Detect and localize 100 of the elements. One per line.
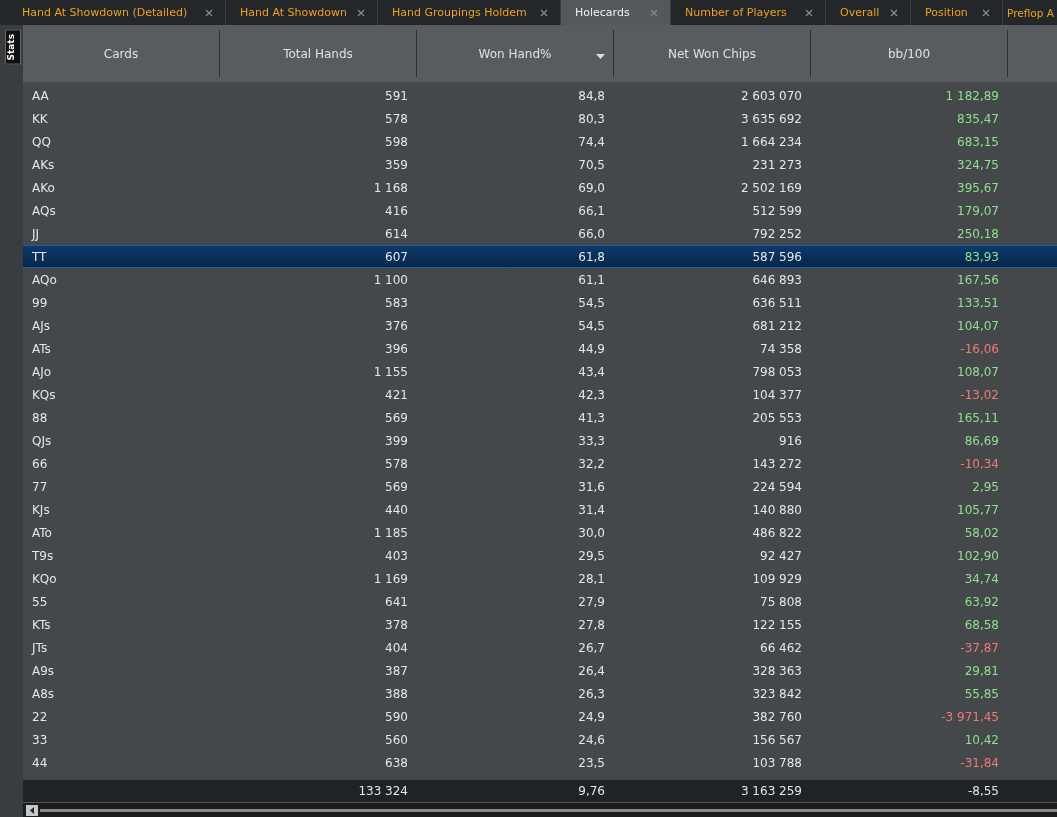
horizontal-scrollbar[interactable] <box>23 802 1057 817</box>
table-cell-text: 404 <box>384 640 409 655</box>
table-row[interactable]: 66 578 32,2 143 272 -10,34 <box>23 452 1057 475</box>
table-row[interactable]: AKs 359 70,5 231 273 324,75 <box>23 153 1057 176</box>
table-row[interactable]: ATo 1 185 30,0 486 822 58,02 <box>23 521 1057 544</box>
table-cell-text: KJs <box>31 502 51 517</box>
table-row[interactable]: 88 569 41,3 205 553 165,11 <box>23 406 1057 429</box>
table-row[interactable]: AQo 1 100 61,1 646 893 167,56 <box>23 268 1057 291</box>
table-cell-text: 22 <box>31 709 49 724</box>
table-cell-text: 2 603 070 <box>739 88 803 103</box>
table-cell-text: AJs <box>31 318 51 333</box>
table-row[interactable]: JTs 404 26,7 66 462 -37,87 <box>23 636 1057 659</box>
table-row[interactable]: AA 591 84,8 2 603 070 1 182,89 <box>23 84 1057 107</box>
column-header[interactable]: Net Won Chips <box>614 30 811 77</box>
table-cell-text: AA <box>31 88 50 103</box>
table-cell-text: 54,5 <box>577 318 606 333</box>
table-cell-text: QJs <box>31 433 53 448</box>
table-cell-text: 83,93 <box>963 249 1000 264</box>
table-cell-text: 61,8 <box>577 249 606 264</box>
table-cell-text: 2,95 <box>971 479 1000 494</box>
table-cell-text: 122 155 <box>751 617 803 632</box>
table-row[interactable]: AKo 1 168 69,0 2 502 169 395,67 <box>23 176 1057 199</box>
table-row[interactable]: A9s 387 26,4 328 363 29,81 <box>23 659 1057 682</box>
table-cell-text: 133,51 <box>956 295 1000 310</box>
column-header[interactable]: bb/100 <box>811 30 1008 77</box>
table-cell-text: KQo <box>31 571 58 586</box>
table-cell-text: 70,5 <box>577 157 606 172</box>
table-row[interactable]: 55 641 27,9 75 808 63,92 <box>23 590 1057 613</box>
table-cell-text: 29,81 <box>963 663 1000 678</box>
table-cell-text: 63,92 <box>963 594 1000 609</box>
table-cell-text: 86,69 <box>963 433 1000 448</box>
table-cell-text: 26,7 <box>577 640 606 655</box>
table-row[interactable]: 33 560 24,6 156 567 10,42 <box>23 728 1057 751</box>
table-row[interactable]: 44 638 23,5 103 788 -31,84 <box>23 751 1057 774</box>
table-cell-text: 578 <box>384 456 409 471</box>
table-row[interactable]: QQ 598 74,4 1 664 234 683,15 <box>23 130 1057 153</box>
table-cell-text: 105,77 <box>956 502 1000 517</box>
table-row[interactable]: AQs 416 66,1 512 599 179,07 <box>23 199 1057 222</box>
table-cell-text: -37,87 <box>959 640 1000 655</box>
table-cell-text: AKo <box>31 180 56 195</box>
table-row[interactable]: AJs 376 54,5 681 212 104,07 <box>23 314 1057 337</box>
column-header[interactable]: Total Hands <box>220 30 417 77</box>
table-row[interactable]: ATs 396 44,9 74 358 -16,06 <box>23 337 1057 360</box>
table-row[interactable]: KTs 378 27,8 122 155 68,58 <box>23 613 1057 636</box>
table-cell-text: 224 594 <box>751 479 803 494</box>
close-icon[interactable] <box>805 8 813 17</box>
side-tab[interactable]: Stats <box>5 30 21 65</box>
table-cell-text: 143 272 <box>751 456 803 471</box>
table-cell-text: 167,56 <box>956 272 1000 287</box>
table-row[interactable]: KK 578 80,3 3 635 692 835,47 <box>23 107 1057 130</box>
table-cell-text: 416 <box>384 203 409 218</box>
table-cell-text: 66 <box>31 456 49 471</box>
table-cell-text: 440 <box>384 502 409 517</box>
table-cell-text: JTs <box>30 640 49 655</box>
table-row[interactable]: 22 590 24,9 382 760 -3 971,45 <box>23 705 1057 728</box>
close-icon[interactable] <box>982 8 990 17</box>
table-cell-text: 43,4 <box>577 364 606 379</box>
table-cell-text: 27,9 <box>577 594 606 609</box>
close-icon[interactable] <box>540 8 548 17</box>
table-cell-text: T9s <box>31 548 55 563</box>
table-row[interactable]: QJs 399 33,3 916 86,69 <box>23 429 1057 452</box>
table-row[interactable]: KJs 440 31,4 140 880 105,77 <box>23 498 1057 521</box>
table-cell-text: 324,75 <box>956 157 1000 172</box>
close-icon[interactable] <box>890 8 898 17</box>
table-cell-text: 421 <box>384 387 409 402</box>
table-cell-text: 165,11 <box>956 410 1000 425</box>
table-cell-text: 66,1 <box>577 203 606 218</box>
column-header[interactable]: Won Hand% <box>417 30 614 77</box>
table-row[interactable]: KQo 1 169 28,1 109 929 34,74 <box>23 567 1057 590</box>
table-cell-text: 403 <box>384 548 409 563</box>
table-cell-text: 636 511 <box>751 295 803 310</box>
table-cell-text: 376 <box>384 318 409 333</box>
table-cell-text: 569 <box>384 479 409 494</box>
column-header[interactable]: Cards <box>23 30 220 77</box>
table-cell-text: 399 <box>384 433 409 448</box>
table-cell-text: 103 788 <box>751 755 803 770</box>
table-row[interactable]: 99 583 54,5 636 511 133,51 <box>23 291 1057 314</box>
table-cell-text: TT <box>31 249 48 264</box>
table-cell-text: 80,3 <box>577 111 606 126</box>
table-cell-text: 28,1 <box>577 571 606 586</box>
close-icon[interactable] <box>357 8 365 17</box>
table-row[interactable]: A8s 388 26,3 323 842 55,85 <box>23 682 1057 705</box>
table-cell-text: 591 <box>384 88 409 103</box>
table-cell-text: 74,4 <box>577 134 606 149</box>
table-cell-text: 250,18 <box>956 226 1000 241</box>
total-cell-text: 3 163 259 <box>739 784 803 798</box>
table-row[interactable]: AJo 1 155 43,4 798 053 108,07 <box>23 360 1057 383</box>
table-row[interactable]: 77 569 31,6 224 594 2,95 <box>23 475 1057 498</box>
table-cell-text: 388 <box>384 686 409 701</box>
tab[interactable]: Holecards <box>561 0 671 25</box>
table-cell-text: 328 363 <box>751 663 803 678</box>
table-cell-text: 32,2 <box>577 456 606 471</box>
table-cell-text: -10,34 <box>959 456 1000 471</box>
close-icon[interactable] <box>205 8 213 17</box>
table-cell-text: 102,90 <box>956 548 1000 563</box>
table-row[interactable]: KQs 421 42,3 104 377 -13,02 <box>23 383 1057 406</box>
table-cell-text: 587 596 <box>751 249 803 264</box>
table-row[interactable]: JJ 614 66,0 792 252 250,18 <box>23 222 1057 245</box>
table-row[interactable]: TT 607 61,8 587 596 83,93 <box>23 245 1057 268</box>
table-row[interactable]: T9s 403 29,5 92 427 102,90 <box>23 544 1057 567</box>
